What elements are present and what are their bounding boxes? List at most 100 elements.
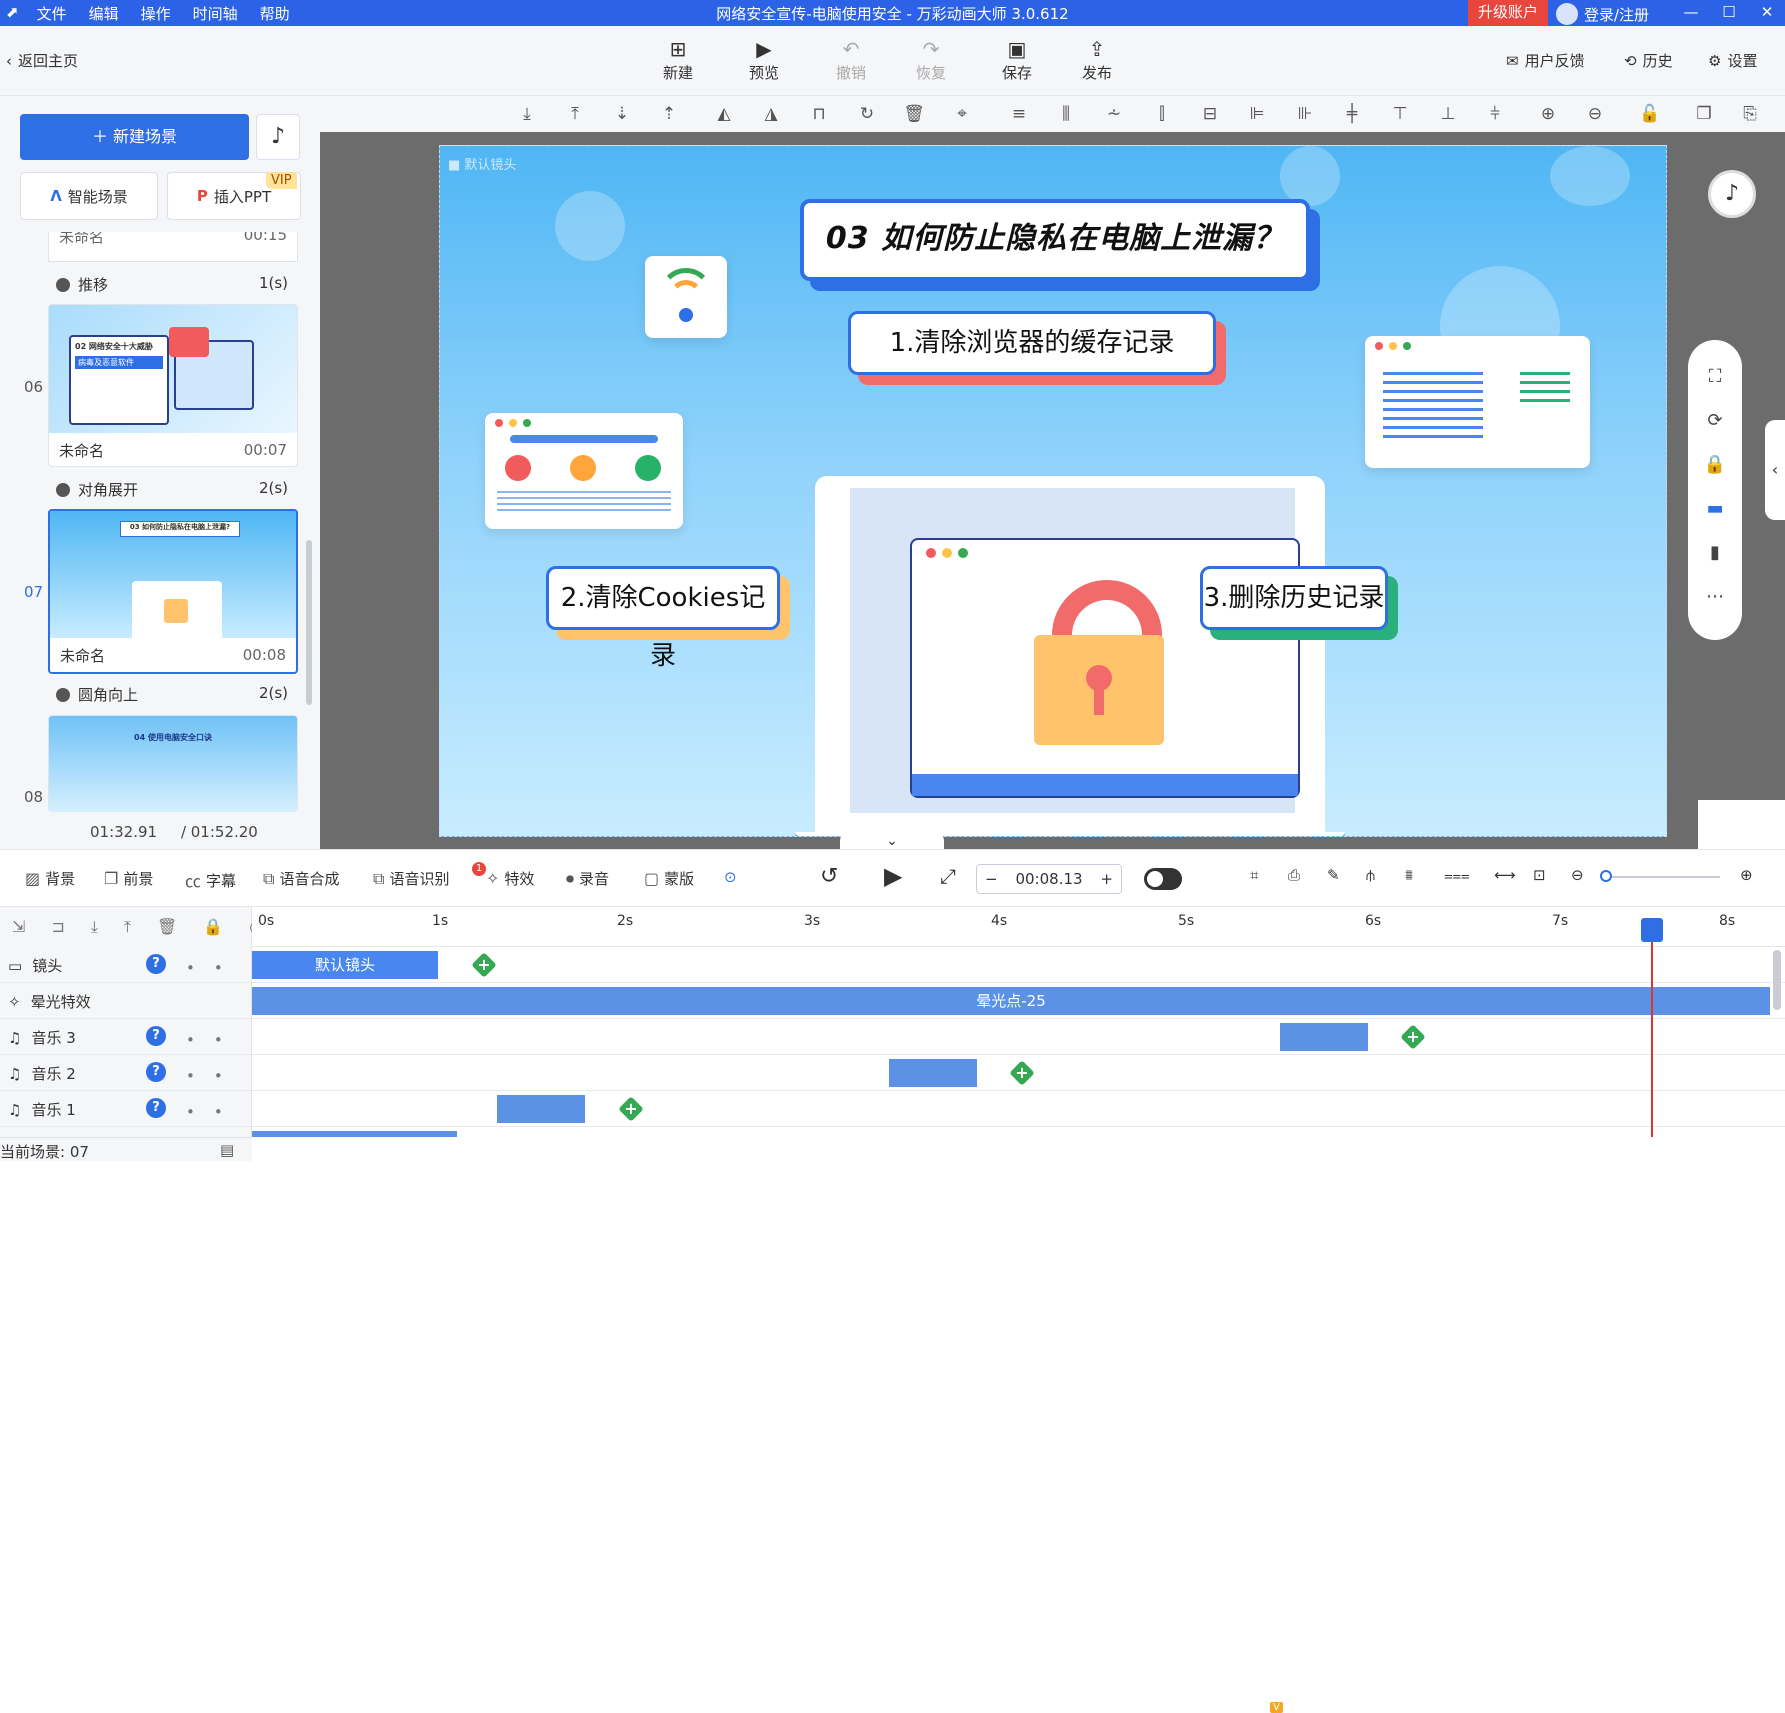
- help-icon[interactable]: ?: [146, 1062, 166, 1082]
- mobile-view-icon[interactable]: ▮: [1688, 542, 1742, 563]
- move-layer-up-icon[interactable]: ⤒: [124, 917, 131, 937]
- transition-row[interactable]: 推移 1(s): [56, 274, 288, 295]
- copy-icon[interactable]: ❐: [1692, 104, 1716, 124]
- audio-clip[interactable]: [1280, 1023, 1368, 1051]
- center-icon[interactable]: ╪: [1340, 104, 1364, 124]
- help-icon[interactable]: ?: [146, 1098, 166, 1118]
- effects-button[interactable]: ✧ 特效: [486, 868, 534, 889]
- publish-button[interactable]: ⇪ 发布: [1072, 36, 1122, 83]
- fit-screen-icon[interactable]: ⛶: [1688, 366, 1742, 387]
- subtitle-button[interactable]: ㏄字幕: [185, 868, 236, 892]
- track-glow-effect[interactable]: ✧ 晕光特效 晕光点-25: [0, 983, 1785, 1019]
- adjust-icon[interactable]: ⩶: [1444, 866, 1470, 884]
- flip-horizontal-icon[interactable]: ◭: [712, 104, 736, 124]
- lock-layer-icon[interactable]: 🔒: [203, 917, 223, 937]
- glow-effect-clip[interactable]: 晕光点-25: [252, 987, 1770, 1015]
- audio-clip[interactable]: [497, 1095, 585, 1123]
- scene-card-06[interactable]: 02 网络安全十大威胁 病毒及恶意软件 未命名 00:07: [48, 304, 298, 467]
- move-top-icon[interactable]: ⤒: [563, 104, 587, 124]
- stage-title[interactable]: 03 如何防止隐私在电脑上泄漏？: [800, 199, 1310, 281]
- align-left-icon[interactable]: ⊫: [1245, 104, 1269, 124]
- scene-list-scrollbar[interactable]: [306, 540, 312, 705]
- help-icon[interactable]: ?: [146, 1026, 166, 1046]
- label-delete-history[interactable]: 3.删除历史记录: [1200, 566, 1388, 630]
- zoom-in-icon[interactable]: ⊕: [1536, 104, 1560, 124]
- fit-width-icon[interactable]: ⟷: [1494, 866, 1516, 884]
- align-middle-icon[interactable]: ⫩: [1483, 104, 1507, 124]
- filter-icon[interactable]: ⩩: [1405, 866, 1413, 884]
- move-bottom-icon[interactable]: ⤓: [515, 104, 539, 124]
- new-scene-button[interactable]: ＋ 新建场景: [20, 114, 249, 160]
- time-stepper[interactable]: −00:08.13 +: [976, 864, 1122, 894]
- scene-card-07-selected[interactable]: 03 如何防止隐私在电脑上泄漏? 未命名 00:08: [48, 509, 298, 674]
- apps-window[interactable]: [485, 413, 683, 529]
- camera-clip[interactable]: 默认镜头: [252, 951, 438, 979]
- align-bottom-icon[interactable]: ⊥: [1436, 104, 1460, 124]
- delete-layer-icon[interactable]: 🗑: [157, 917, 177, 937]
- distribute-v-icon[interactable]: ⫿: [1150, 104, 1174, 124]
- document-window[interactable]: [1365, 336, 1590, 468]
- add-keyframe-button[interactable]: [471, 952, 497, 978]
- time-value[interactable]: 00:08.13: [1015, 870, 1082, 888]
- align-right-icon[interactable]: ⊪: [1293, 104, 1317, 124]
- scene-card-08[interactable]: 04 使用电脑安全口诀: [48, 715, 298, 812]
- smart-scene-button[interactable]: Ʌ 智能场景: [20, 172, 158, 220]
- same-width-icon[interactable]: ⊟: [1198, 104, 1222, 124]
- asr-button[interactable]: ⧉ 语音识别: [373, 868, 449, 889]
- undo-button[interactable]: ↶ 撤销: [826, 36, 876, 83]
- play-button[interactable]: ▶: [884, 862, 902, 890]
- back-home-link[interactable]: ‹ 返回主页: [6, 50, 78, 71]
- redo-button[interactable]: ↷ 恢复: [906, 36, 956, 83]
- mask-button[interactable]: ▢ 蒙版: [644, 868, 694, 889]
- flip-vertical-icon[interactable]: ◮: [759, 104, 783, 124]
- scene-music-button[interactable]: ♪: [256, 114, 300, 160]
- move-down-icon[interactable]: ⇣: [610, 104, 634, 124]
- more-icon[interactable]: ⋯: [1688, 586, 1742, 607]
- desktop-view-icon[interactable]: ▬: [1688, 498, 1742, 519]
- history-link[interactable]: ⟲ 历史: [1624, 50, 1673, 71]
- save-button[interactable]: ▣ 保存: [992, 36, 1042, 83]
- fullscreen-button[interactable]: ⤢: [940, 864, 956, 888]
- replay-button[interactable]: ↺: [820, 864, 838, 889]
- split-icon[interactable]: ⫛: [1366, 866, 1375, 884]
- timeline-zoom-slider[interactable]: [1606, 876, 1720, 878]
- playhead-handle[interactable]: [1641, 918, 1663, 942]
- distribute-h-icon[interactable]: ⩪: [1102, 104, 1126, 124]
- track-camera[interactable]: ▭ 镜头 ? • • 默认镜头: [0, 947, 1785, 983]
- background-button[interactable]: ▨ 背景: [25, 868, 75, 889]
- zoom-out-icon[interactable]: ⊖: [1583, 104, 1607, 124]
- track-options[interactable]: • •: [186, 1067, 223, 1085]
- align-vcenter-icon[interactable]: ⫼: [1054, 104, 1078, 124]
- scene-card-partial[interactable]: 未命名 00:15: [48, 232, 298, 262]
- preview-button[interactable]: ▶ 预览: [739, 36, 789, 83]
- upgrade-button[interactable]: 升级账户: [1468, 0, 1548, 26]
- camera-snapshot-icon[interactable]: ⎙: [1288, 866, 1300, 884]
- zoom-in-timeline-icon[interactable]: ⊕: [1740, 866, 1753, 884]
- track-options[interactable]: • •: [186, 959, 223, 977]
- track-options[interactable]: • •: [186, 1031, 223, 1049]
- trash-icon[interactable]: 🗑: [902, 104, 926, 124]
- paste-icon[interactable]: ⎘: [1738, 104, 1762, 124]
- tts-button[interactable]: ⧉ 语音合成: [263, 868, 339, 889]
- add-keyframe-button[interactable]: [1400, 1024, 1426, 1050]
- label-clear-cache[interactable]: 1.清除浏览器的缓存记录: [848, 311, 1216, 375]
- transition-row[interactable]: 对角展开 2(s): [56, 479, 288, 500]
- folder-icon[interactable]: ⊐: [51, 917, 64, 937]
- audio-clip[interactable]: [889, 1059, 977, 1087]
- plus-icon[interactable]: +: [1100, 870, 1113, 888]
- settings-link[interactable]: ⚙ 设置: [1708, 50, 1757, 71]
- minus-icon[interactable]: −: [985, 870, 998, 888]
- minimap[interactable]: [1698, 800, 1785, 849]
- collapse-panel-button[interactable]: ‹: [1765, 420, 1785, 520]
- timeline-scrollbar[interactable]: [1773, 950, 1781, 1010]
- time-ruler[interactable]: 0s 1s 2s 3s 4s 5s 6s 7s 8s: [252, 907, 1785, 947]
- import-icon[interactable]: ⇲: [12, 917, 25, 937]
- record-button[interactable]: ⏺ 录音: [566, 868, 609, 889]
- stage-music-button[interactable]: ♪: [1708, 170, 1756, 218]
- help-icon[interactable]: ?: [146, 954, 166, 974]
- foreground-button[interactable]: ❐ 前景: [104, 868, 153, 889]
- more-tools-button[interactable]: ⊙: [724, 868, 737, 886]
- laptop-illustration[interactable]: [815, 476, 1325, 836]
- align-hcenter-icon[interactable]: ≡: [1007, 104, 1031, 124]
- maximize-button[interactable]: ☐: [1714, 0, 1744, 26]
